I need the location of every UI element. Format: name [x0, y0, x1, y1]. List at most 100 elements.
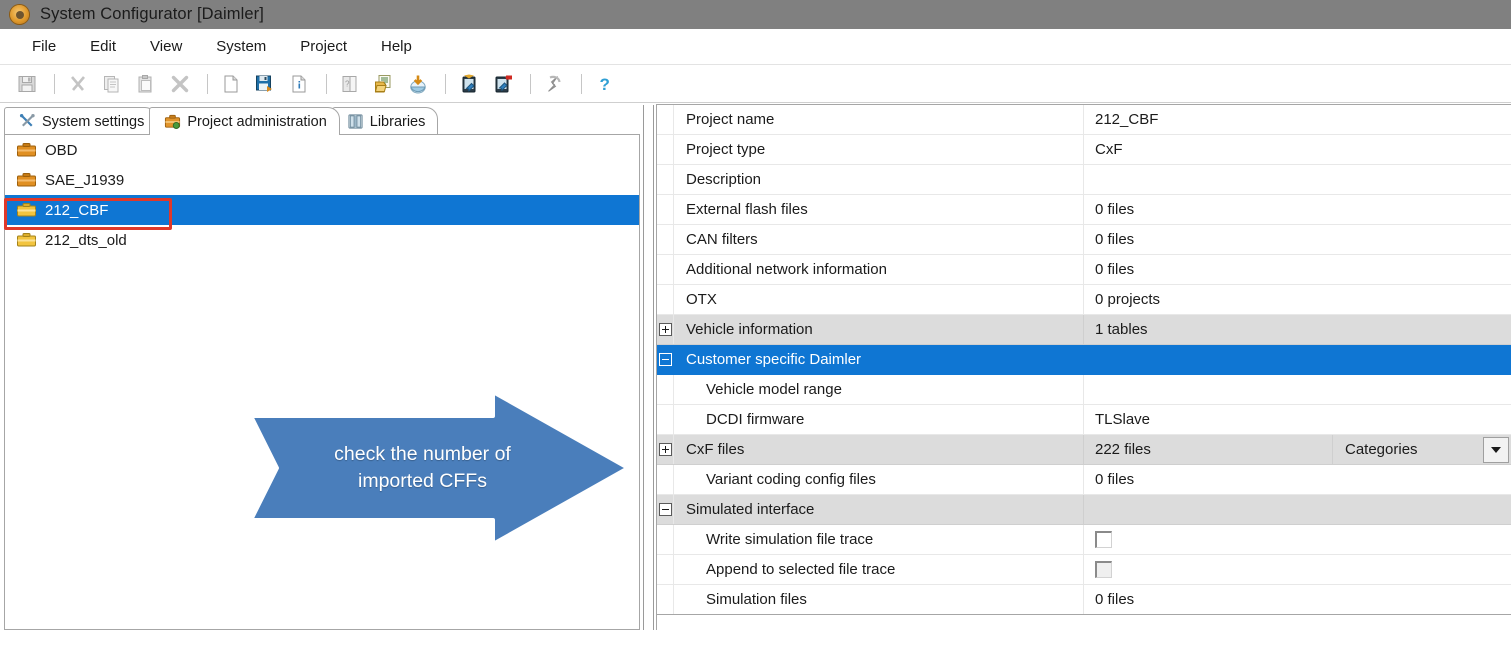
tab-system-settings[interactable]: System settings	[4, 107, 158, 135]
property-group-cxf-files[interactable]: CxF files 222 files Categories	[657, 435, 1511, 465]
tab-label: Project administration	[187, 113, 327, 130]
row-gutter	[657, 405, 674, 434]
tree-item-212-dts-old[interactable]: 212_dts_old	[5, 225, 639, 255]
property-group-simulated-interface[interactable]: Simulated interface	[657, 495, 1511, 525]
property-label: Variant coding config files	[674, 465, 1084, 494]
row-gutter	[657, 525, 674, 554]
property-value[interactable]: 0 files	[1084, 255, 1511, 284]
property-row-project-name[interactable]: Project name 212_CBF	[657, 105, 1511, 135]
menu-item-edit[interactable]: Edit	[76, 35, 130, 58]
property-row-external-flash-files[interactable]: External flash files 0 files	[657, 195, 1511, 225]
new-document-icon[interactable]	[216, 70, 246, 98]
property-row-dcdi-firmware[interactable]: DCDI firmware TLSlave	[657, 405, 1511, 435]
import-download-icon[interactable]	[403, 70, 433, 98]
tab-label: Libraries	[369, 113, 426, 130]
tree-item-label: SAE_J1939	[45, 171, 125, 189]
orange-case-icon	[17, 173, 36, 187]
property-value[interactable]: 0 files	[1084, 225, 1511, 254]
tab-project-administration[interactable]: Project administration	[149, 107, 340, 135]
property-group-vehicle-information[interactable]: Vehicle information 1 tables	[657, 315, 1511, 345]
title-bar: System Configurator [Daimler]	[0, 0, 1511, 29]
append-to-selected-file-trace-checkbox	[1095, 561, 1112, 578]
menu-item-project[interactable]: Project	[286, 35, 361, 58]
property-value[interactable]	[1084, 375, 1511, 404]
document-info-icon[interactable]	[284, 70, 314, 98]
property-row-can-filters[interactable]: CAN filters 0 files	[657, 225, 1511, 255]
menu-item-system[interactable]: System	[202, 35, 280, 58]
row-gutter	[657, 555, 674, 584]
property-row-simulation-files[interactable]: Simulation files 0 files	[657, 585, 1511, 615]
property-label: Additional network information	[674, 255, 1084, 284]
property-value[interactable]	[1084, 495, 1511, 524]
device-remove-icon[interactable]	[488, 70, 518, 98]
refresh-icon[interactable]	[539, 70, 569, 98]
property-value[interactable]	[1084, 525, 1511, 554]
row-gutter	[657, 465, 674, 494]
menu-item-help[interactable]: Help	[367, 35, 426, 58]
gear-icon	[10, 5, 29, 24]
tree-item-sae-j1939[interactable]: SAE_J1939	[5, 165, 639, 195]
property-grid[interactable]: Project name 212_CBF Project type CxF De…	[656, 104, 1511, 630]
tree-item-212-cbf[interactable]: 212_CBF	[5, 195, 639, 225]
menu-item-view[interactable]: View	[136, 35, 196, 58]
expand-plus-icon[interactable]	[658, 443, 672, 456]
property-value[interactable]	[1084, 345, 1511, 374]
property-label: Project name	[674, 105, 1084, 134]
row-gutter	[657, 105, 674, 134]
book-page-icon[interactable]: ?	[335, 70, 365, 98]
collapse-minus-icon[interactable]	[658, 353, 672, 366]
chevron-down-icon[interactable]	[1483, 436, 1509, 463]
write-simulation-file-trace-checkbox[interactable]	[1095, 531, 1112, 548]
property-value[interactable]	[1084, 165, 1511, 194]
expand-plus-icon[interactable]	[658, 323, 672, 336]
tab-libraries[interactable]: Libraries	[331, 107, 439, 135]
project-tree[interactable]: OBD SAE_J1939 212_CBF 212_dts_old	[4, 134, 640, 630]
help-icon[interactable]: ?	[590, 70, 620, 98]
panel-splitter[interactable]	[643, 105, 654, 630]
device-edit-icon[interactable]	[454, 70, 484, 98]
property-value[interactable]: 212_CBF	[1084, 105, 1511, 134]
cxf-files-count[interactable]: 222 files	[1084, 435, 1333, 464]
property-row-otx[interactable]: OTX 0 projects	[657, 285, 1511, 315]
property-value[interactable]: TLSlave	[1084, 405, 1511, 434]
property-value[interactable]: 0 files	[1084, 195, 1511, 224]
property-value[interactable]: 0 files	[1084, 465, 1511, 494]
collapse-minus-icon[interactable]	[658, 503, 672, 516]
property-value[interactable]: 0 projects	[1084, 285, 1511, 314]
book-icon	[348, 114, 363, 129]
property-row-project-type[interactable]: Project type CxF	[657, 135, 1511, 165]
property-label: CAN filters	[674, 225, 1084, 254]
property-row-additional-network-information[interactable]: Additional network information 0 files	[657, 255, 1511, 285]
property-label: Simulation files	[674, 585, 1084, 614]
property-label: Simulated interface	[674, 495, 1084, 524]
cut-icon[interactable]	[63, 70, 93, 98]
property-label: Customer specific Daimler	[674, 345, 1084, 374]
row-gutter	[657, 585, 674, 614]
property-row-append-to-selected-file-trace[interactable]: Append to selected file trace	[657, 555, 1511, 585]
orange-case-icon	[17, 143, 36, 157]
property-row-variant-coding-config-files[interactable]: Variant coding config files 0 files	[657, 465, 1511, 495]
property-value[interactable]	[1084, 555, 1511, 584]
cxf-files-view-selector[interactable]: Categories	[1333, 435, 1511, 464]
delete-icon[interactable]	[165, 70, 195, 98]
property-value[interactable]: 1 tables	[1084, 315, 1511, 344]
save-icon[interactable]	[12, 70, 42, 98]
save-project-icon[interactable]	[250, 70, 280, 98]
property-label: Project type	[674, 135, 1084, 164]
property-group-customer-specific-daimler[interactable]: Customer specific Daimler	[657, 345, 1511, 375]
property-value[interactable]: CxF	[1084, 135, 1511, 164]
menu-item-file[interactable]: File	[18, 35, 70, 58]
paste-icon[interactable]	[131, 70, 161, 98]
cxf-files-view-value: Categories	[1345, 441, 1418, 458]
property-row-write-simulation-file-trace[interactable]: Write simulation file trace	[657, 525, 1511, 555]
row-gutter	[657, 255, 674, 284]
row-gutter	[657, 195, 674, 224]
property-row-vehicle-model-range[interactable]: Vehicle model range	[657, 375, 1511, 405]
svg-text:?: ?	[600, 75, 610, 94]
tree-item-obd[interactable]: OBD	[5, 135, 639, 165]
property-row-description[interactable]: Description	[657, 165, 1511, 195]
open-folder-list-icon[interactable]	[369, 70, 399, 98]
copy-icon[interactable]	[97, 70, 127, 98]
property-value[interactable]: 0 files	[1084, 585, 1511, 614]
row-gutter	[657, 345, 674, 374]
